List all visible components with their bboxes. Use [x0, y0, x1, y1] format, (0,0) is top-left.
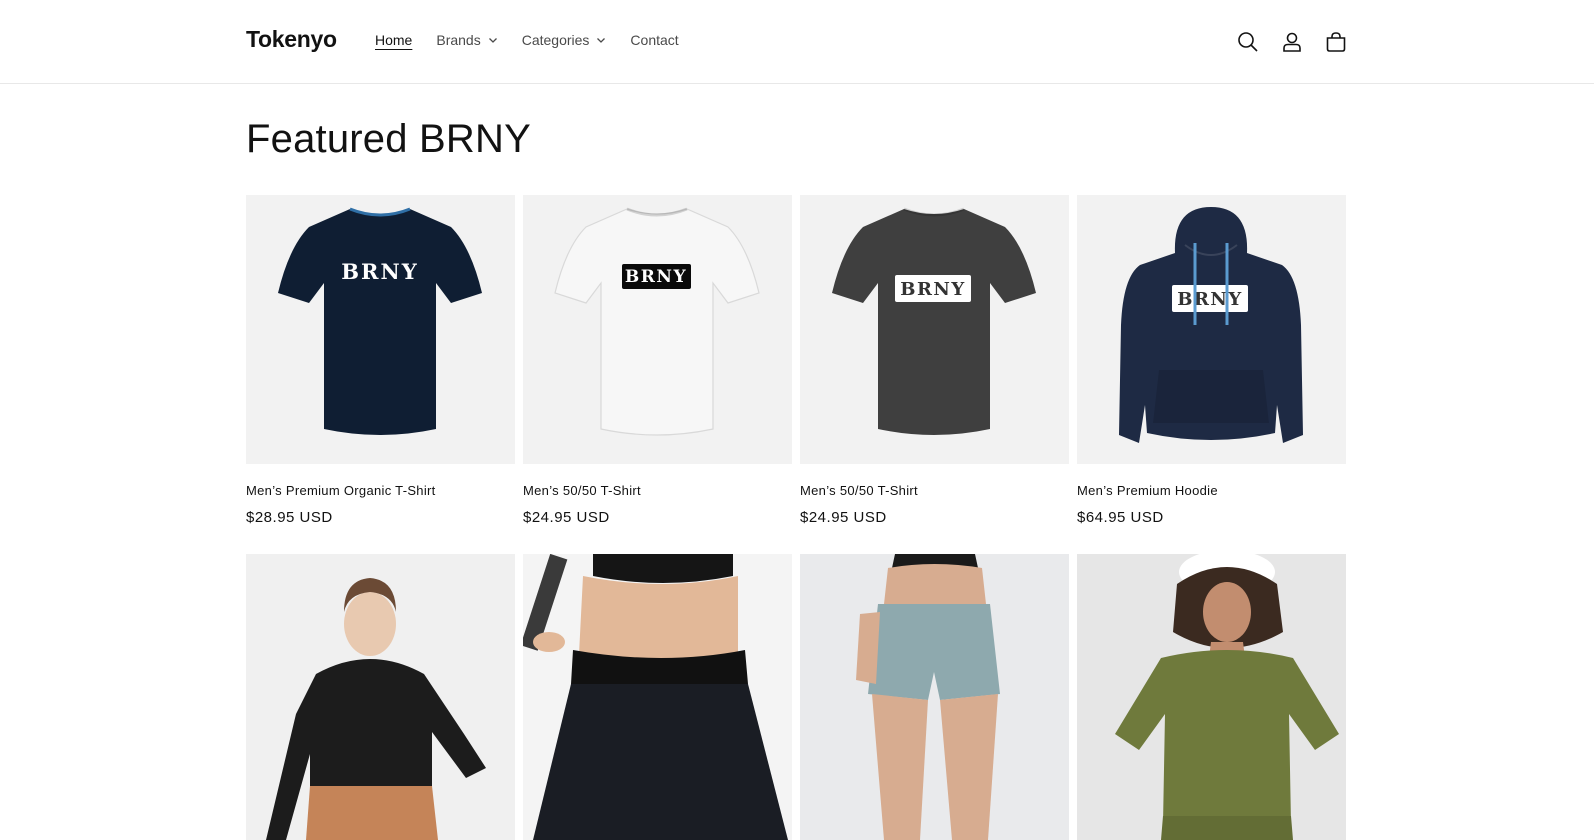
product-grid-row2 — [246, 554, 1346, 840]
product-name[interactable]: Men’s Premium Hoodie — [1077, 483, 1346, 498]
product-image[interactable]: BRNY — [1077, 195, 1346, 464]
search-icon — [1238, 32, 1258, 52]
tshirt-illustration: BRNY — [554, 207, 760, 436]
product-image[interactable] — [1077, 554, 1346, 840]
black-cropped-hoodie-photo — [266, 578, 486, 840]
product-price: $64.95 USD — [1077, 509, 1164, 526]
product-card[interactable] — [800, 554, 1069, 840]
page-title: Featured BRNY — [246, 117, 531, 161]
product-card[interactable] — [246, 554, 515, 840]
product-card[interactable]: BRNY Men’s Premium Hoodie $64.95 USD — [1077, 195, 1346, 526]
cart-icon — [1326, 32, 1346, 52]
nav-home-label: Home — [375, 32, 413, 48]
product-name[interactable]: Men’s 50/50 T-Shirt — [800, 483, 1069, 498]
product-image[interactable] — [246, 554, 515, 840]
product-image[interactable]: BRNY — [800, 195, 1069, 464]
nav-brands-label: Brands — [436, 32, 481, 48]
olive-tee-photo — [1115, 554, 1339, 840]
tshirt-illustration: BRNY — [832, 207, 1036, 435]
black-skirt-photo — [523, 554, 792, 840]
product-image[interactable]: BRNY — [246, 195, 515, 464]
nav-categories[interactable]: Categories — [522, 32, 607, 48]
print-text: BRNY — [900, 279, 965, 300]
product-card[interactable]: BRNY Men’s Premium Organic T-Shirt $28.9… — [246, 195, 515, 526]
nav-home[interactable]: Home — [375, 32, 412, 48]
product-image[interactable] — [523, 554, 792, 840]
product-card[interactable] — [1077, 554, 1346, 840]
product-image[interactable] — [800, 554, 1069, 840]
product-price: $24.95 USD — [523, 509, 610, 526]
tshirt-illustration: BRNY — [278, 207, 482, 435]
product-name[interactable]: Men’s 50/50 T-Shirt — [523, 483, 792, 498]
print-text: BRNY — [1177, 289, 1242, 310]
product-price: $28.95 USD — [246, 509, 333, 526]
hoodie-illustration: BRNY — [1119, 207, 1303, 443]
account-icon — [1283, 32, 1301, 52]
main-nav: Home Brands Categories Contact — [375, 32, 703, 48]
product-card[interactable] — [523, 554, 792, 840]
product-name[interactable]: Men’s Premium Organic T-Shirt — [246, 483, 515, 498]
nav-contact-label: Contact — [630, 32, 679, 48]
nav-contact[interactable]: Contact — [630, 32, 678, 48]
sage-shorts-photo — [856, 554, 1000, 840]
print-text: BRNY — [625, 267, 687, 287]
search-button[interactable] — [1234, 28, 1262, 56]
nav-brands[interactable]: Brands — [436, 32, 497, 48]
product-image[interactable]: BRNY — [523, 195, 792, 464]
product-price: $24.95 USD — [800, 509, 887, 526]
chevron-down-icon — [488, 38, 497, 43]
cart-button[interactable] — [1322, 28, 1350, 56]
chevron-down-icon — [597, 38, 606, 43]
account-button[interactable] — [1278, 28, 1306, 56]
product-card[interactable]: BRNY Men’s 50/50 T-Shirt $24.95 USD — [523, 195, 792, 526]
print-text: BRNY — [341, 259, 418, 284]
nav-categories-label: Categories — [521, 32, 590, 48]
header-icons — [1234, 28, 1350, 56]
site-logo[interactable]: Tokenyo — [246, 26, 337, 53]
product-grid: BRNY Men’s Premium Organic T-Shirt $28.9… — [246, 195, 1346, 526]
product-card[interactable]: BRNY Men’s 50/50 T-Shirt $24.95 USD — [800, 195, 1069, 526]
site-header: Tokenyo Home Brands Categories Contact — [0, 0, 1594, 84]
